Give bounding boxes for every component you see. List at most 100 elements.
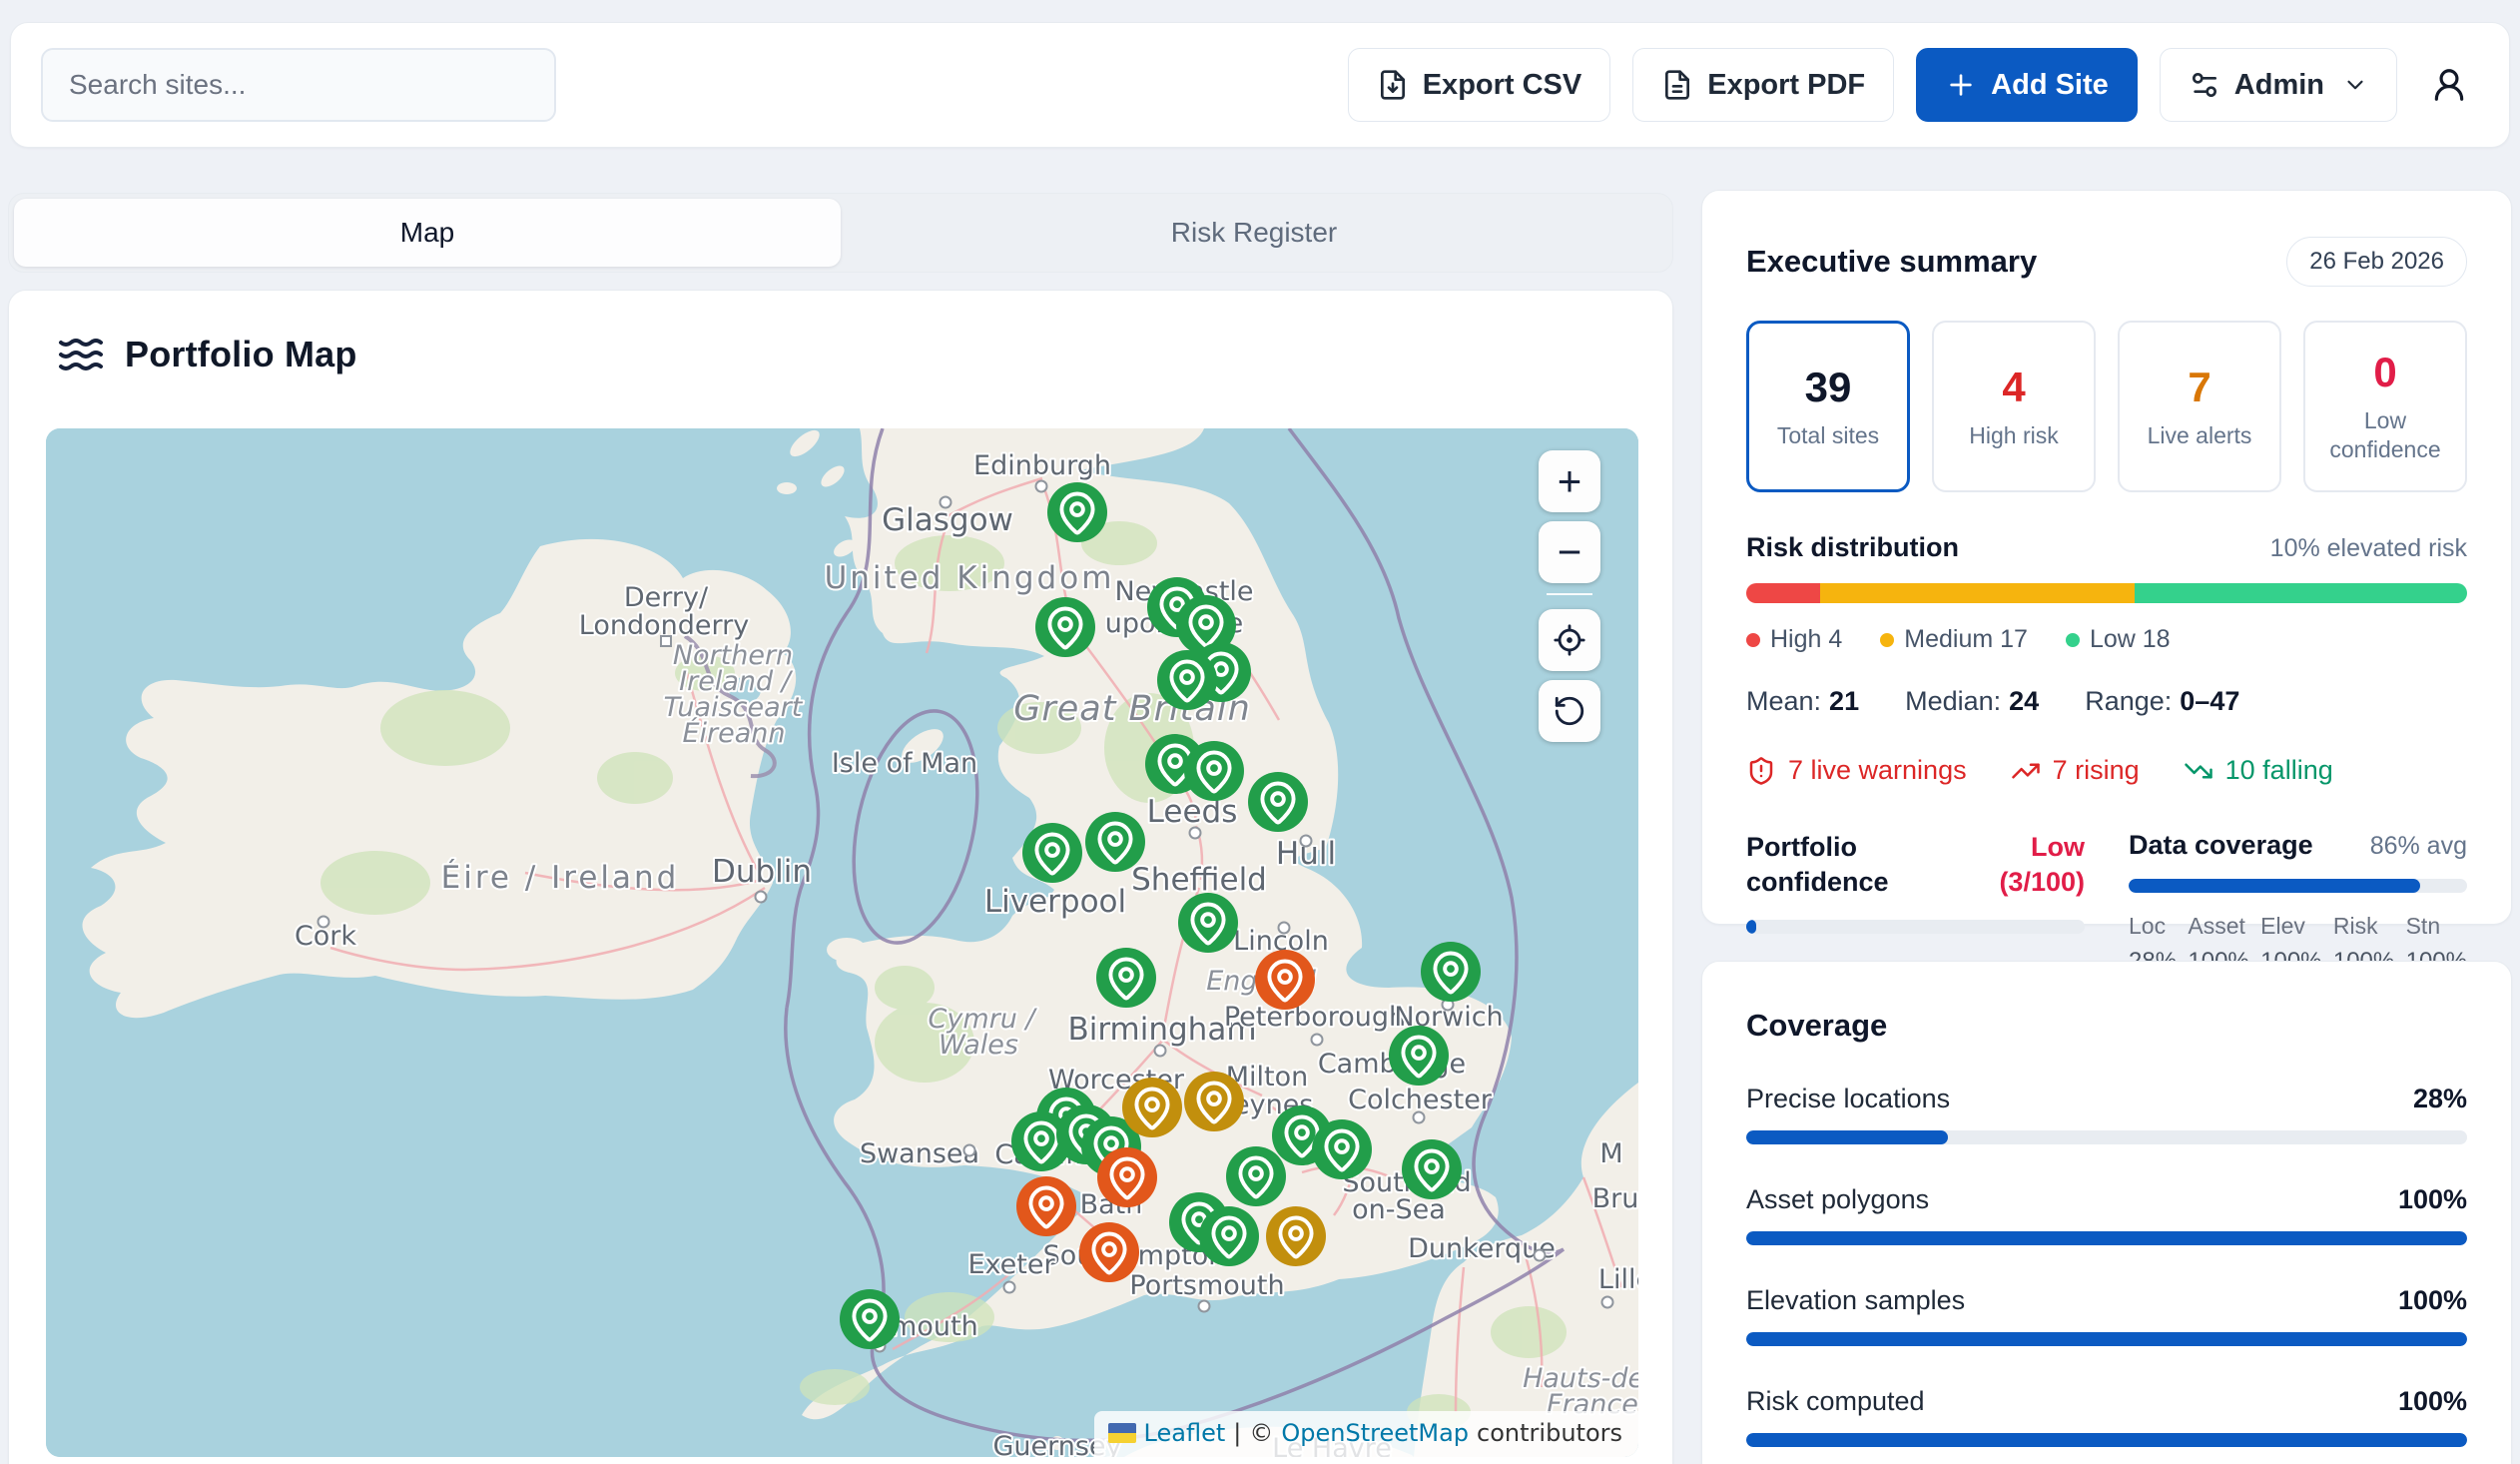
coverage-row-asset-polygons: Asset polygons100% bbox=[1746, 1184, 2467, 1245]
shield-alert-icon bbox=[1746, 756, 1776, 786]
map-controls: + − bbox=[1539, 450, 1600, 751]
user-button[interactable] bbox=[2419, 55, 2479, 115]
site-marker-low[interactable] bbox=[1199, 1206, 1259, 1266]
add-site-button[interactable]: Add Site bbox=[1916, 48, 2138, 122]
site-marker-low[interactable] bbox=[1421, 942, 1481, 1002]
site-marker-low[interactable] bbox=[1402, 1139, 1462, 1199]
elevated-risk-note: 10% elevated risk bbox=[2270, 534, 2467, 563]
coverage-bar bbox=[1746, 1130, 1948, 1144]
site-marker-low[interactable] bbox=[1096, 948, 1156, 1008]
openstreetmap-link[interactable]: OpenStreetMap bbox=[1281, 1419, 1469, 1447]
coverage-bar bbox=[1746, 1433, 2467, 1447]
zoom-in-button[interactable]: + bbox=[1539, 450, 1600, 512]
coverage-panel: Coverage Precise locations28% Asset poly… bbox=[1701, 961, 2512, 1464]
site-marker-low[interactable] bbox=[1035, 597, 1095, 657]
site-marker-low[interactable] bbox=[840, 1289, 900, 1349]
map[interactable]: EdinburghGlasgowUnited KingdomNewcastleu… bbox=[46, 428, 1638, 1457]
map-label: Sheffield bbox=[1131, 862, 1267, 898]
contributors-label: contributors bbox=[1477, 1419, 1622, 1447]
range-stat: Range:0–47 bbox=[2085, 686, 2239, 717]
median-stat: Median:24 bbox=[1905, 686, 2039, 717]
sliders-icon bbox=[2189, 69, 2220, 101]
stat-label: Total sites bbox=[1777, 421, 1879, 450]
reset-view-button[interactable] bbox=[1539, 680, 1600, 742]
town-dot bbox=[941, 497, 951, 508]
town-dot bbox=[318, 917, 329, 928]
map-label: Leeds bbox=[1147, 794, 1238, 830]
stat-card-high-risk[interactable]: 4 High risk bbox=[1932, 321, 2096, 492]
site-marker-low[interactable] bbox=[1312, 1119, 1372, 1179]
town-dot bbox=[1602, 1297, 1613, 1308]
user-icon bbox=[2430, 66, 2468, 104]
stat-label: High risk bbox=[1969, 421, 2058, 450]
copyright-symbol: © bbox=[1249, 1419, 1273, 1447]
site-marker-low[interactable] bbox=[1226, 1146, 1286, 1206]
site-marker-medium[interactable] bbox=[1122, 1078, 1182, 1137]
town-dot bbox=[1301, 836, 1312, 847]
stat-card-live-alerts[interactable]: 7 Live alerts bbox=[2118, 321, 2281, 492]
data-coverage-label: Data coverage bbox=[2129, 830, 2313, 861]
town-dot bbox=[1036, 481, 1047, 492]
site-marker-low[interactable] bbox=[1022, 823, 1082, 883]
stat-label: Low confidence bbox=[2313, 406, 2457, 464]
map-label: M bbox=[1599, 1138, 1622, 1169]
town-dot bbox=[756, 892, 767, 903]
export-pdf-button[interactable]: Export PDF bbox=[1632, 48, 1894, 122]
map-label: Edinburgh bbox=[973, 450, 1111, 481]
trending-down-icon bbox=[2184, 756, 2213, 786]
site-marker-high[interactable] bbox=[1079, 1222, 1139, 1282]
site-marker-low[interactable] bbox=[1389, 1026, 1449, 1086]
stat-card-low-confidence[interactable]: 0 Low confidence bbox=[2303, 321, 2467, 492]
legend-low: Low 18 bbox=[2066, 625, 2171, 654]
site-marker-low[interactable] bbox=[1184, 741, 1244, 801]
stat-card-total-sites[interactable]: 39 Total sites bbox=[1746, 321, 1910, 492]
coverage-bar bbox=[1746, 1332, 2467, 1346]
town-dot bbox=[1199, 1301, 1210, 1312]
site-marker-high[interactable] bbox=[1016, 1176, 1076, 1236]
tab-map[interactable]: Map bbox=[14, 199, 841, 267]
legend-dot-low bbox=[2066, 633, 2080, 647]
leaflet-link[interactable]: Leaflet bbox=[1144, 1419, 1226, 1447]
site-marker-medium[interactable] bbox=[1184, 1072, 1244, 1131]
site-marker-low[interactable] bbox=[1248, 772, 1308, 832]
site-marker-high[interactable] bbox=[1097, 1147, 1157, 1207]
confidence-label: Portfolio confidence bbox=[1746, 830, 1999, 900]
mean-stat: Mean:21 bbox=[1746, 686, 1859, 717]
export-pdf-label: Export PDF bbox=[1707, 69, 1865, 102]
zoom-out-button[interactable]: − bbox=[1539, 521, 1600, 583]
ukraine-flag-icon bbox=[1108, 1423, 1136, 1443]
risk-segment-low bbox=[2135, 583, 2467, 603]
risk-legend: High 4 Medium 17 Low 18 bbox=[1746, 625, 2467, 654]
plus-icon bbox=[1945, 69, 1977, 101]
coverage-bar bbox=[1746, 1231, 2467, 1245]
stat-cards: 39 Total sites 4 High risk 7 Live alerts… bbox=[1746, 321, 2467, 492]
site-marker-medium[interactable] bbox=[1266, 1206, 1326, 1266]
coverage-title: Coverage bbox=[1746, 1008, 2467, 1044]
risk-segment-high bbox=[1746, 583, 1820, 603]
site-marker-low[interactable] bbox=[1047, 482, 1107, 542]
summary-title: Executive summary bbox=[1746, 244, 2037, 280]
legend-high: High 4 bbox=[1746, 625, 1842, 654]
map-panel-header: Portfolio Map bbox=[57, 331, 357, 378]
map-label: Liverpool bbox=[984, 884, 1126, 920]
tab-risk-register[interactable]: Risk Register bbox=[841, 199, 1667, 267]
chevron-down-icon bbox=[2342, 72, 2368, 98]
site-marker-low[interactable] bbox=[1178, 893, 1238, 953]
site-marker-high[interactable] bbox=[1255, 950, 1315, 1010]
map-label: Isle of Man bbox=[832, 748, 977, 779]
coverage-row-precise-locations: Precise locations28% bbox=[1746, 1084, 2467, 1144]
legend-dot-high bbox=[1746, 633, 1760, 647]
search-input[interactable] bbox=[41, 48, 556, 122]
map-label: Lille bbox=[1598, 1264, 1638, 1295]
stat-value: 4 bbox=[2002, 364, 2025, 411]
site-marker-low[interactable] bbox=[1157, 650, 1217, 710]
data-coverage: Data coverage 86% avg Loc28% Asset100% E… bbox=[2129, 830, 2467, 976]
waves-icon bbox=[57, 331, 105, 378]
admin-menu-button[interactable]: Admin bbox=[2160, 48, 2397, 122]
confidence-value: Low(3/100) bbox=[1999, 830, 2085, 900]
map-panel-title: Portfolio Map bbox=[125, 334, 357, 375]
locate-button[interactable] bbox=[1539, 609, 1600, 671]
toolbar-actions: Export CSV Export PDF Add Site Admin bbox=[1348, 48, 2479, 122]
export-csv-button[interactable]: Export CSV bbox=[1348, 48, 1611, 122]
site-marker-low[interactable] bbox=[1085, 812, 1145, 872]
